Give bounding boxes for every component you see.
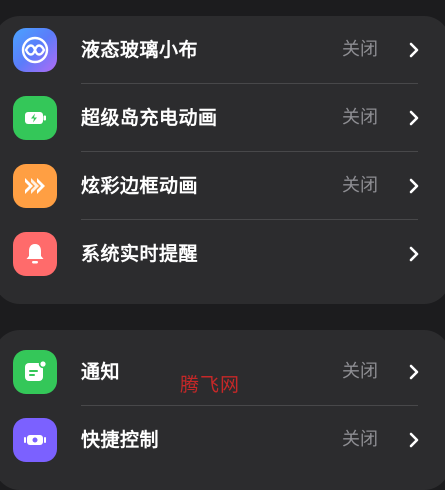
settings-card-1: 液态玻璃小布 关闭 超级岛充电动画 关闭 炫彩边框动画 关闭 系统实时提醒 xyxy=(0,16,445,304)
super-island-charging-row[interactable]: 超级岛充电动画 关闭 xyxy=(0,84,445,152)
liquid-glass-xiaobu-row[interactable]: 液态玻璃小布 关闭 xyxy=(0,16,445,84)
chevron-right-icon xyxy=(409,178,419,194)
chevron-right-icon xyxy=(409,246,419,262)
liquid-glass-xiaobu-label: 液态玻璃小布 xyxy=(81,39,199,61)
colorful-border-status: 关闭 xyxy=(342,175,378,196)
chevron-right-icon xyxy=(409,364,419,380)
settings-card-2: 通知 关闭 快捷控制 关闭 xyxy=(0,330,445,490)
liquid-glass-xiaobu-status: 关闭 xyxy=(342,39,378,60)
notification-icon xyxy=(13,350,57,394)
quick-controls-label: 快捷控制 xyxy=(81,429,160,451)
system-live-alerts-label: 系统实时提醒 xyxy=(81,243,199,265)
infinity-icon xyxy=(13,28,57,72)
super-island-charging-status: 关闭 xyxy=(342,107,378,128)
system-live-alerts-row[interactable]: 系统实时提醒 xyxy=(0,220,445,288)
quick-controls-row[interactable]: 快捷控制 关闭 xyxy=(0,406,445,474)
super-island-charging-label: 超级岛充电动画 xyxy=(81,107,218,129)
chevron-right-icon xyxy=(409,42,419,58)
chevrons-right-icon xyxy=(13,164,57,208)
notifications-status: 关闭 xyxy=(342,361,378,382)
chevron-right-icon xyxy=(409,432,419,448)
notifications-label: 通知 xyxy=(81,361,121,383)
battery-charging-icon xyxy=(13,96,57,140)
colorful-border-row[interactable]: 炫彩边框动画 关闭 xyxy=(0,152,445,220)
colorful-border-label: 炫彩边框动画 xyxy=(81,175,199,197)
bell-icon xyxy=(13,232,57,276)
watermark: 腾飞网 xyxy=(180,374,241,396)
quick-control-icon xyxy=(13,418,57,462)
chevron-right-icon xyxy=(409,110,419,126)
quick-controls-status: 关闭 xyxy=(342,429,378,450)
